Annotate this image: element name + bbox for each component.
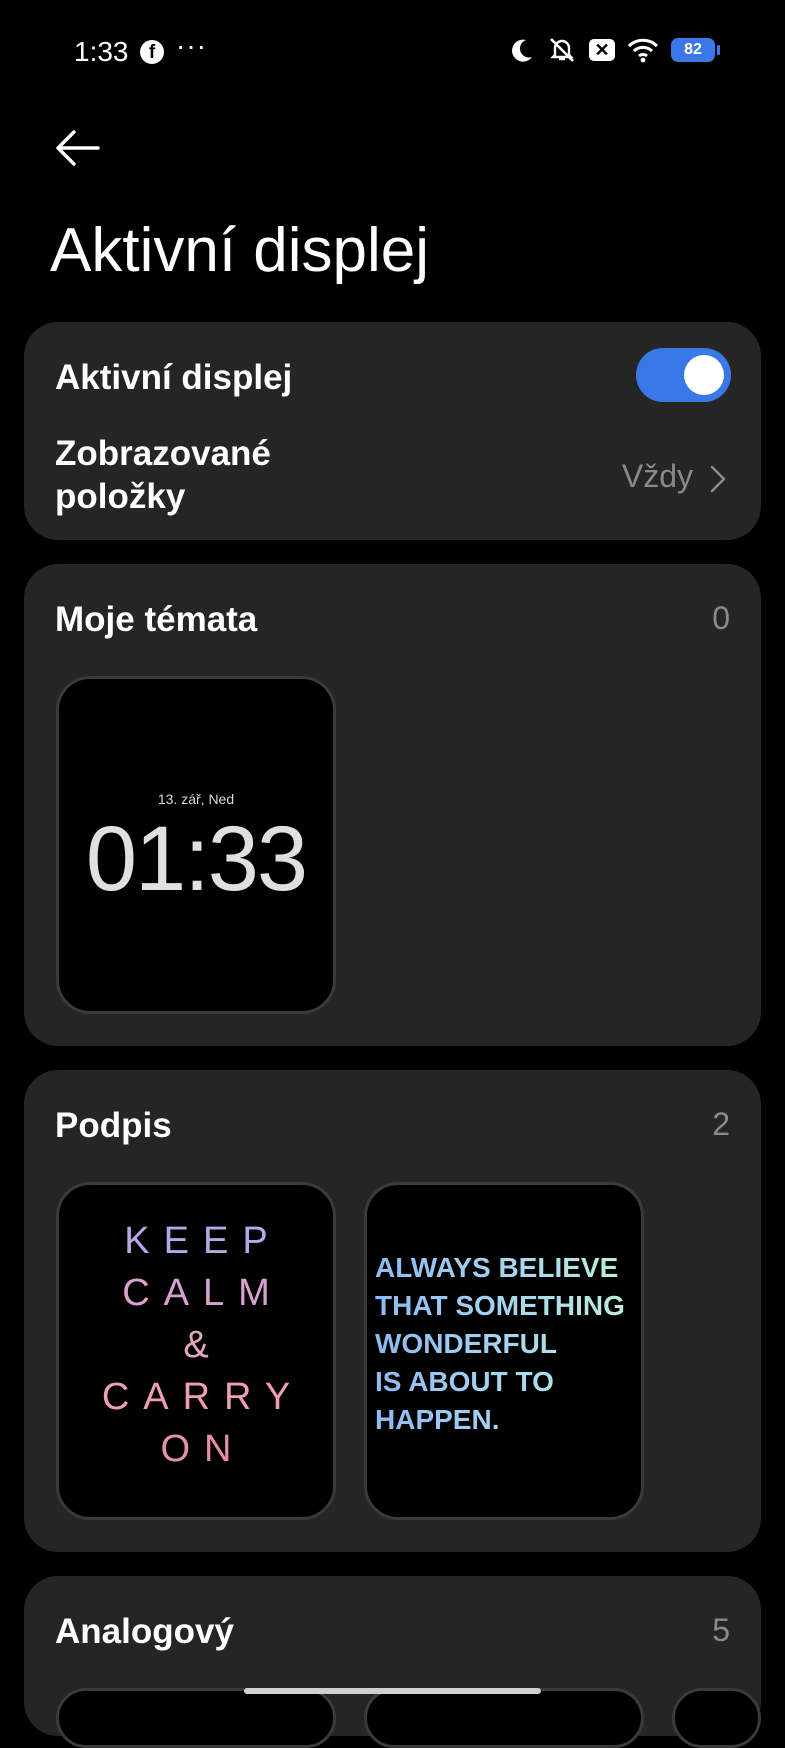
clock-time: 01:33 (85, 808, 308, 910)
section-title-signature: Podpis (55, 1106, 172, 1145)
moon-icon (512, 39, 532, 62)
status-bar: 1:33 f ··· ✕ 82 (0, 0, 785, 104)
displayed-items-label: Zobrazované položky (55, 434, 271, 516)
chevron-right-icon (710, 465, 726, 493)
arrow-left-icon (56, 130, 100, 166)
theme-thumbnail-always-believe[interactable]: ALWAYS BELIEVE THAT SOMETHING WONDERFUL … (364, 1182, 644, 1520)
theme-thumbnail-analog-3[interactable] (672, 1688, 761, 1748)
page-title: Aktivní displej (50, 216, 430, 285)
analog-card: Analogový 5 (24, 1576, 761, 1748)
displayed-items-value: Vždy (621, 458, 693, 494)
active-display-toggle[interactable] (636, 348, 731, 402)
theme-thumbnail-analog-2[interactable] (364, 1688, 644, 1748)
my-themes-card: Moje témata 0 13. zář, Ned 01:33 (24, 564, 761, 1046)
section-title-my-themes: Moje témata (55, 600, 258, 639)
bell-off-icon (550, 38, 574, 62)
home-indicator[interactable] (244, 1688, 541, 1694)
clock-date: 13. zář, Ned (157, 791, 235, 807)
toggle-knob (684, 355, 724, 395)
section-title-analog: Analogový (55, 1612, 234, 1651)
section-count-signature: 2 (712, 1106, 730, 1142)
settings-card: Aktivní displej Zobrazované položky Vždy (24, 322, 761, 540)
always-believe-text: ALWAYS BELIEVE THAT SOMETHING WONDERFUL … (375, 1249, 637, 1439)
signature-card: Podpis 2 KEEP CALM & CARRY ON ALWAYS BEL… (24, 1070, 761, 1552)
close-notification-icon: ✕ (589, 39, 615, 61)
theme-thumbnail-keep-calm[interactable]: KEEP CALM & CARRY ON (56, 1182, 336, 1520)
wifi-icon (627, 38, 659, 63)
facebook-icon: f (140, 40, 164, 64)
active-display-label: Aktivní displej (55, 358, 293, 397)
status-time: 1:33 (74, 36, 129, 67)
keep-calm-text: KEEP CALM & CARRY ON (101, 1220, 305, 1470)
more-notifications-icon: ··· (176, 30, 207, 61)
back-button[interactable] (50, 120, 110, 180)
status-icons: ✕ 82 (509, 36, 720, 64)
theme-thumbnail-clock[interactable]: 13. zář, Ned 01:33 (56, 676, 336, 1014)
displayed-items-row[interactable]: Zobrazované položky Vždy (24, 432, 761, 540)
theme-thumbnail-analog-1[interactable] (56, 1688, 336, 1748)
battery-indicator: 82 (671, 38, 720, 62)
section-count-my-themes: 0 (712, 600, 730, 636)
section-count-analog: 5 (712, 1612, 730, 1648)
